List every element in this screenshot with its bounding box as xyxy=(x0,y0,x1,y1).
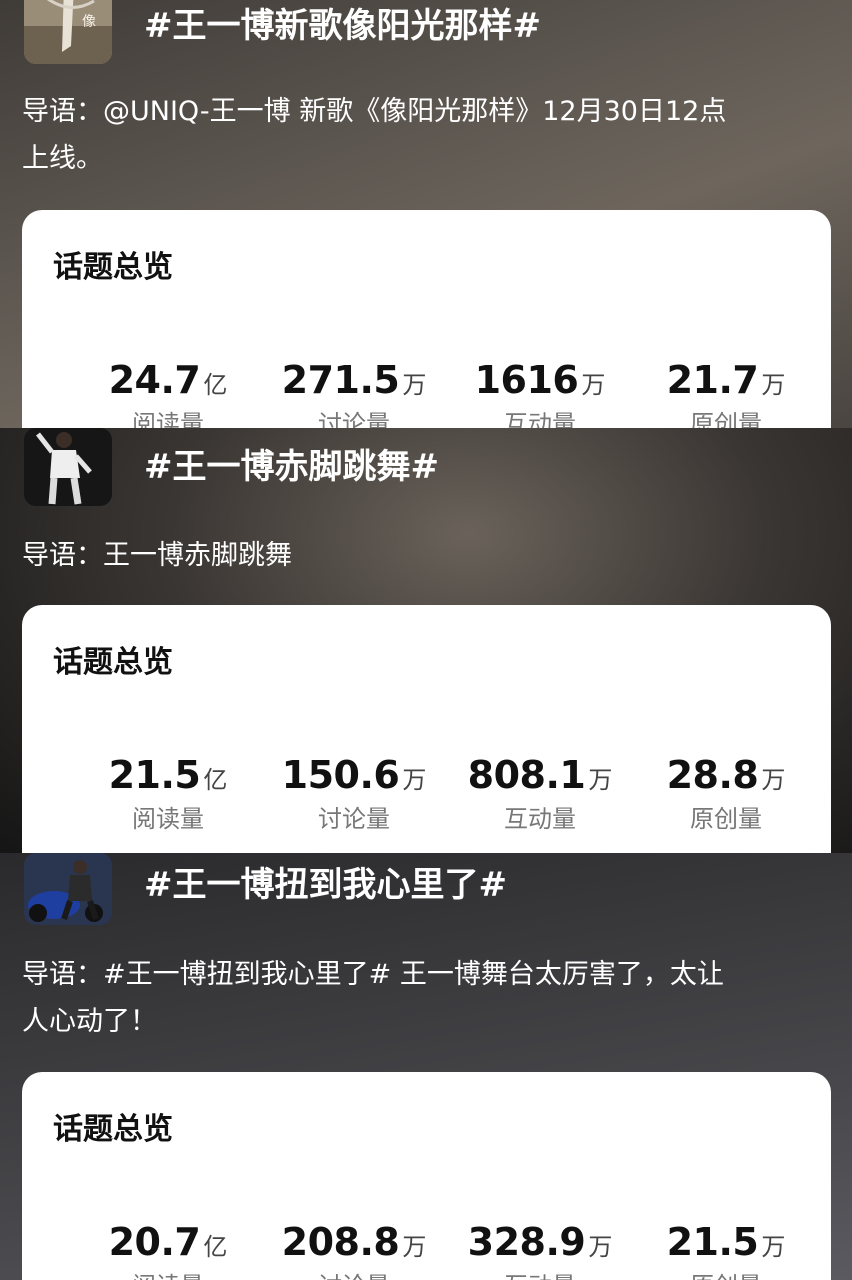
overview-card: 话题总览 20.7亿 阅读量 208.8万 讨论量 328.9万 互动量 21.… xyxy=(22,1072,831,1280)
stat-value: 808.1 xyxy=(467,753,586,797)
topic-cover-image xyxy=(24,428,112,506)
stat-unit: 万 xyxy=(402,371,427,399)
stat-label: 原创量 xyxy=(626,1266,826,1280)
overview-card: 话题总览 24.7 亿 阅读量 271.5 万 讨论量 1616 万 互动量 21.7… xyxy=(22,210,831,428)
svg-text:像: 像 xyxy=(82,14,96,30)
intro-line: 导语：王一博赤脚跳舞 xyxy=(22,540,292,571)
topic-section-3: #王一博扭到我心里了# 导语：#王一博扭到我心里了# 王一博舞台太厉害了，太让 … xyxy=(0,853,852,1280)
stat-unit: 亿 xyxy=(203,1233,228,1261)
stat-value: 1616 xyxy=(474,358,579,402)
topic-title[interactable]: #王一博赤脚跳舞# xyxy=(144,439,439,488)
stat-value: 328.9 xyxy=(467,1220,586,1264)
stat-original: 28.8 万 原创量 xyxy=(626,753,826,834)
stat-unit: 万 xyxy=(588,1233,613,1261)
stat-discuss: 150.6 万 讨论量 xyxy=(254,753,454,834)
stat-value: 150.6 xyxy=(281,753,400,797)
stat-value: 271.5 xyxy=(281,358,400,402)
overview-card: 话题总览 21.5 亿 阅读量 150.6 万 讨论量 808.1 万 互动量 28.… xyxy=(22,605,831,853)
stat-unit: 亿 xyxy=(203,766,228,794)
intro-line: 导语：@UNIQ-王一博 新歌《像阳光那样》12月30日12点 xyxy=(22,96,727,127)
stat-value: 21.7 xyxy=(666,358,759,402)
topic-section-2: #王一博赤脚跳舞# 导语：王一博赤脚跳舞 话题总览 21.5 亿 阅读量 150.… xyxy=(0,428,852,853)
topic-cover-image: 像 xyxy=(24,0,112,64)
intro-line: 上线。 xyxy=(22,143,103,174)
topic-title[interactable]: #王一博扭到我心里了# xyxy=(144,857,507,906)
overview-title: 话题总览 xyxy=(53,1112,173,1147)
stat-label: 讨论量 xyxy=(254,1266,454,1280)
stat-label: 互动量 xyxy=(504,410,576,428)
stat-label: 讨论量 xyxy=(318,410,390,428)
stat-discuss: 208.8万 讨论量 xyxy=(254,1220,454,1280)
stat-interact: 808.1 万 互动量 xyxy=(440,753,640,834)
topic-intro: 导语：王一博赤脚跳舞 xyxy=(22,532,822,579)
stat-read: 21.5 亿 阅读量 xyxy=(68,753,268,834)
stat-read: 20.7亿 阅读量 xyxy=(68,1220,268,1280)
stat-read: 24.7 亿 阅读量 xyxy=(68,358,268,428)
stat-interact: 328.9万 互动量 xyxy=(440,1220,640,1280)
topic-cover-image xyxy=(24,853,112,925)
overview-title: 话题总览 xyxy=(53,250,173,285)
stat-value: 20.7 xyxy=(108,1220,201,1264)
stat-unit: 万 xyxy=(402,1233,427,1261)
stat-label: 互动量 xyxy=(440,1266,640,1280)
stat-unit: 万 xyxy=(761,766,786,794)
stat-value: 208.8 xyxy=(281,1220,400,1264)
topic-avatar[interactable] xyxy=(24,853,112,925)
stat-label: 阅读量 xyxy=(68,1266,268,1280)
stat-interact: 1616 万 互动量 xyxy=(440,358,640,428)
stat-label: 阅读量 xyxy=(132,805,204,833)
intro-line: 人心动了！ xyxy=(22,1006,157,1037)
overview-title: 话题总览 xyxy=(53,645,173,680)
stat-label: 原创量 xyxy=(690,805,762,833)
stat-original: 21.7 万 原创量 xyxy=(626,358,826,428)
topic-avatar[interactable]: 像 xyxy=(24,0,112,64)
topic-avatar[interactable] xyxy=(24,428,112,506)
stat-value: 21.5 xyxy=(108,753,201,797)
topic-title[interactable]: #王一博新歌像阳光那样# xyxy=(144,0,541,47)
stat-discuss: 271.5 万 讨论量 xyxy=(254,358,454,428)
stat-label: 原创量 xyxy=(690,410,762,428)
stat-unit: 万 xyxy=(581,371,606,399)
stat-label: 讨论量 xyxy=(318,805,390,833)
stat-label: 阅读量 xyxy=(132,410,204,428)
stat-unit: 万 xyxy=(761,1233,786,1261)
topic-intro: 导语：@UNIQ-王一博 新歌《像阳光那样》12月30日12点 上线。 xyxy=(22,88,822,182)
stat-unit: 万 xyxy=(761,371,786,399)
stat-label: 互动量 xyxy=(504,805,576,833)
stat-unit: 万 xyxy=(588,766,613,794)
intro-line: 导语：#王一博扭到我心里了# 王一博舞台太厉害了，太让 xyxy=(22,959,724,990)
topic-intro: 导语：#王一博扭到我心里了# 王一博舞台太厉害了，太让 人心动了！ xyxy=(22,951,822,1045)
stat-value: 24.7 xyxy=(108,358,201,402)
stat-value: 21.5 xyxy=(666,1220,759,1264)
stat-unit: 万 xyxy=(402,766,427,794)
stat-unit: 亿 xyxy=(203,371,228,399)
topic-section-1: 像 #王一博新歌像阳光那样# 导语：@UNIQ-王一博 新歌《像阳光那样》12月… xyxy=(0,0,852,428)
stat-value: 28.8 xyxy=(666,753,759,797)
stat-original: 21.5万 原创量 xyxy=(626,1220,826,1280)
